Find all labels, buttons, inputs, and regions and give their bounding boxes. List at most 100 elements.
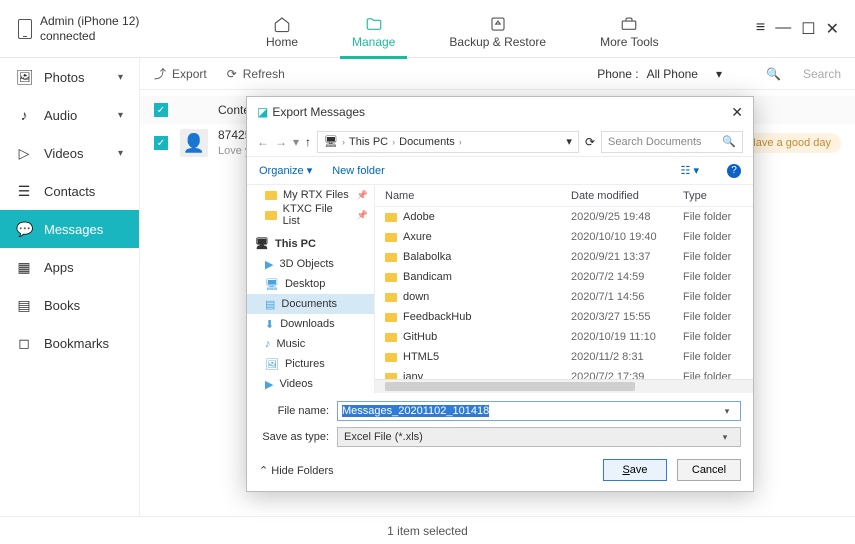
tab-tools-label: More Tools [600,35,658,49]
file-name: Bandicam [403,271,571,283]
sidebar-item-contacts[interactable]: ☰Contacts [0,172,139,210]
device-conn: connected [40,29,139,43]
sidebar-item-photos[interactable]: 🖼Photos▾ [0,58,139,96]
file-type: File folder [683,231,753,243]
export-label: Export [172,67,207,81]
maximize-button[interactable]: ☐ [801,19,815,39]
sidebar-item-videos[interactable]: ▷Videos▾ [0,134,139,172]
file-row[interactable]: Bandicam2020/7/2 14:59File folder [375,267,753,287]
file-type: File folder [683,331,753,343]
file-date: 2020/11/2 8:31 [571,351,683,363]
search-icon[interactable]: 🔍 [766,67,781,81]
cancel-button[interactable]: Cancel [677,459,741,481]
breadcrumb[interactable]: 🖥 › This PC › Documents › ▾ [317,131,579,153]
organize-button[interactable]: Organize ▾ [259,164,312,177]
folder-icon: ▶ [265,258,273,271]
videos-icon: ▷ [16,145,32,162]
tab-manage[interactable]: Manage [346,9,401,49]
downloads-icon: ⬇ [265,318,274,331]
tab-home[interactable]: Home [260,9,304,49]
col-name[interactable]: Name [375,190,571,202]
sidebar-item-bookmarks[interactable]: ◻Bookmarks [0,324,139,362]
tree-item[interactable]: ⬇Downloads [247,314,374,334]
device-name: Admin (iPhone 12) [40,14,139,28]
tab-tools[interactable]: More Tools [594,9,664,49]
view-options-button[interactable]: ☷ ▾ [681,164,699,177]
file-type: File folder [683,251,753,263]
tree-item[interactable]: ♪Music [247,334,374,354]
crumb-item[interactable]: This PC [349,136,388,148]
hide-folders-button[interactable]: ⌃ Hide Folders [259,464,334,477]
file-name: GitHub [403,331,571,343]
new-folder-button[interactable]: New folder [332,165,385,177]
sidebar-label: Bookmarks [44,336,109,351]
sidebar-item-apps[interactable]: ▦Apps [0,248,139,286]
export-button[interactable]: ⤴Export [154,65,207,82]
file-row[interactable]: iany2020/7/2 17:39File folder [375,367,753,379]
file-type: File folder [683,371,753,379]
sidebar-label: Videos [44,146,84,161]
dialog-search-input[interactable]: Search Documents 🔍 [601,131,743,153]
folder-icon [385,293,397,302]
folder-icon [385,253,397,262]
col-date[interactable]: Date modified [571,190,683,202]
minimize-button[interactable]: — [775,19,791,39]
phone-icon [18,19,32,39]
sidebar-item-audio[interactable]: ♪Audio▾ [0,96,139,134]
file-row[interactable]: Adobe2020/9/25 19:48File folder [375,207,753,227]
search-placeholder: Search Documents [608,136,702,148]
refresh-label: Refresh [243,67,285,81]
file-row[interactable]: Balabolka2020/9/21 13:37File folder [375,247,753,267]
tree-item-documents[interactable]: ▤Documents [247,294,374,314]
row-checkbox[interactable]: ✓ [154,136,168,150]
file-date: 2020/7/2 14:59 [571,271,683,283]
file-name: Adobe [403,211,571,223]
select-all-checkbox[interactable]: ✓ [154,103,168,117]
folder-icon [385,313,397,322]
close-button[interactable]: ✕ [826,19,839,39]
file-row[interactable]: down2020/7/1 14:56File folder [375,287,753,307]
folder-icon [385,353,397,362]
tree-item[interactable]: 🖥Desktop [247,274,374,294]
tree-item[interactable]: KTXC File List [247,205,374,225]
folder-icon [385,213,397,222]
dialog-close-button[interactable]: ✕ [731,104,743,121]
file-row[interactable]: Axure2020/10/10 19:40File folder [375,227,753,247]
device-status: Admin (iPhone 12) connected [0,14,200,43]
help-icon[interactable]: ? [727,164,741,178]
nav-back-button[interactable]: ← [257,135,269,149]
refresh-icon[interactable]: ⟳ [585,135,595,149]
tree-item[interactable]: My RTX Files [247,185,374,205]
tree-item[interactable]: 🖼Pictures [247,354,374,374]
savetype-select[interactable]: Excel File (*.xls)▾ [337,427,741,447]
chevron-down-icon[interactable]: ▾ [718,406,736,417]
tree-this-pc[interactable]: 🖥This PC [247,233,374,254]
tree-item[interactable]: ▶3D Objects [247,254,374,274]
folder-tree: My RTX Files KTXC File List 🖥This PC ▶3D… [247,185,375,393]
sidebar-item-messages[interactable]: 💬Messages [0,210,139,248]
file-row[interactable]: FeedbackHub2020/3/27 15:55File folder [375,307,753,327]
sidebar-item-books[interactable]: ▤Books [0,286,139,324]
backup-icon [487,15,509,33]
nav-recent-button[interactable]: ▾ [293,135,299,149]
file-date: 2020/9/25 19:48 [571,211,683,223]
crumb-item[interactable]: Documents [399,136,455,148]
col-type[interactable]: Type [683,190,753,202]
nav-forward-button[interactable]: → [275,135,287,149]
chevron-right-icon: › [392,137,395,147]
file-row[interactable]: GitHub2020/10/19 11:10File folder [375,327,753,347]
menu-icon[interactable]: ≡ [756,19,765,39]
tree-item[interactable]: ▶Videos [247,374,374,393]
horizontal-scrollbar[interactable] [375,379,753,393]
file-row[interactable]: HTML52020/11/2 8:31File folder [375,347,753,367]
refresh-button[interactable]: ⟳Refresh [227,67,285,81]
filename-input[interactable]: Messages_20201102_101418▾ [337,401,741,421]
tab-backup-label: Backup & Restore [449,35,546,49]
search-placeholder[interactable]: Search [803,67,841,81]
file-list: Adobe2020/9/25 19:48File folderAxure2020… [375,207,753,379]
tab-backup[interactable]: Backup & Restore [443,9,552,49]
nav-up-button[interactable]: ↑ [305,135,311,149]
phone-filter-select[interactable]: All Phone▾ [647,67,722,81]
save-button[interactable]: Save [603,459,667,481]
chevron-down-icon[interactable]: ▾ [566,135,572,148]
